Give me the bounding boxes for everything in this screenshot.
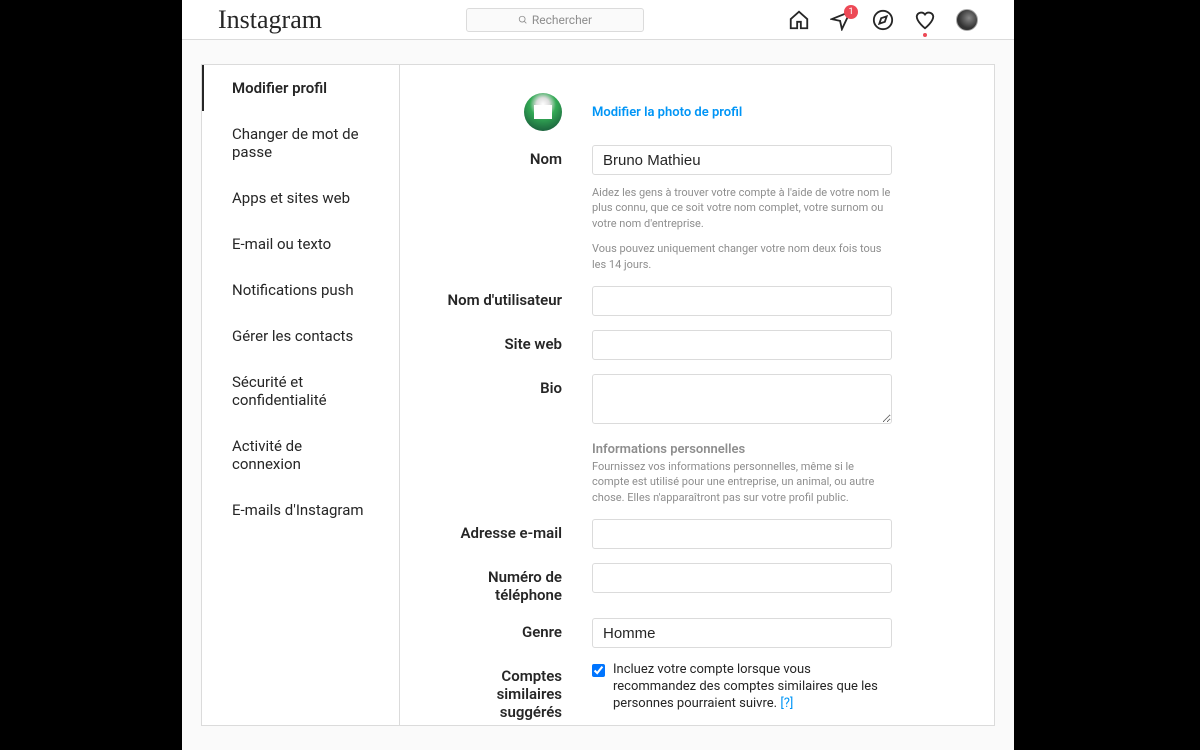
name-help-1: Aidez les gens à trouver votre compte à … xyxy=(592,185,892,231)
label-email: Adresse e-mail xyxy=(444,519,592,549)
sidebar-item-manage-contacts[interactable]: Gérer les contacts xyxy=(202,313,399,359)
profile-photo[interactable] xyxy=(524,93,562,131)
letterbox-left xyxy=(0,0,182,750)
phone-input[interactable] xyxy=(592,563,892,593)
activity-icon[interactable] xyxy=(914,9,936,31)
messages-icon[interactable]: 1 xyxy=(830,9,852,31)
personal-info-body: Fournissez vos informations personnelles… xyxy=(592,459,892,505)
label-gender: Genre xyxy=(444,618,592,648)
sidebar-item-login-activity[interactable]: Activité de connexion xyxy=(202,423,399,487)
home-icon[interactable] xyxy=(788,9,810,31)
label-phone: Numéro de téléphone xyxy=(444,563,592,604)
bio-input[interactable] xyxy=(592,374,892,424)
name-input[interactable] xyxy=(592,145,892,175)
personal-info-title: Informations personnelles xyxy=(592,442,892,457)
settings-sidebar: Modifier profil Changer de mot de passe … xyxy=(202,65,400,725)
label-name: Nom xyxy=(444,145,592,272)
profile-avatar-nav[interactable] xyxy=(956,9,978,31)
email-input[interactable] xyxy=(592,519,892,549)
sidebar-item-edit-profile[interactable]: Modifier profil xyxy=(202,65,399,111)
messages-badge: 1 xyxy=(844,5,858,19)
label-bio: Bio xyxy=(444,374,592,428)
search-icon xyxy=(518,15,528,25)
label-website: Site web xyxy=(444,330,592,360)
explore-icon[interactable] xyxy=(872,9,894,31)
sidebar-item-label: Apps et sites web xyxy=(232,189,350,207)
change-photo-link[interactable]: Modifier la photo de profil xyxy=(592,105,742,120)
sidebar-item-apps-websites[interactable]: Apps et sites web xyxy=(202,175,399,221)
activity-dot xyxy=(923,33,927,37)
sidebar-item-label: Activité de connexion xyxy=(232,437,302,473)
label-username: Nom d'utilisateur xyxy=(444,286,592,316)
similar-help-text: Incluez votre compte lorsque vous recomm… xyxy=(613,662,878,711)
website-input[interactable] xyxy=(592,330,892,360)
sidebar-item-email-sms[interactable]: E-mail ou texto xyxy=(202,221,399,267)
sidebar-item-label: E-mail ou texto xyxy=(232,235,331,253)
similar-accounts-text: Incluez votre compte lorsque vous recomm… xyxy=(613,662,892,713)
sidebar-item-push-notifications[interactable]: Notifications push xyxy=(202,267,399,313)
search-placeholder: Rechercher xyxy=(532,13,592,27)
sidebar-item-privacy-security[interactable]: Sécurité et confidentialité xyxy=(202,359,399,423)
name-help-2: Vous pouvez uniquement changer votre nom… xyxy=(592,241,892,272)
label-similar: Comptes similaires suggérés xyxy=(444,662,592,721)
sidebar-item-change-password[interactable]: Changer de mot de passe xyxy=(202,111,399,175)
sidebar-item-label: E-mails d'Instagram xyxy=(232,501,364,519)
search-input[interactable]: Rechercher xyxy=(466,8,644,32)
username-input[interactable] xyxy=(592,286,892,316)
similar-accounts-checkbox[interactable] xyxy=(592,664,605,677)
sidebar-item-label: Changer de mot de passe xyxy=(232,125,359,161)
settings-form: Modifier la photo de profil Nom Aidez le… xyxy=(400,65,994,725)
letterbox-right xyxy=(1014,0,1200,750)
sidebar-item-label: Gérer les contacts xyxy=(232,327,353,345)
brand-logo[interactable]: Instagram xyxy=(218,5,322,35)
similar-help-link[interactable]: [?] xyxy=(780,696,793,711)
gender-input[interactable] xyxy=(592,618,892,648)
sidebar-item-emails-instagram[interactable]: E-mails d'Instagram xyxy=(202,487,399,533)
settings-panel: Modifier profil Changer de mot de passe … xyxy=(201,64,995,726)
sidebar-item-label: Sécurité et confidentialité xyxy=(232,373,327,409)
top-nav: Instagram Rechercher 1 xyxy=(182,0,1014,40)
sidebar-item-label: Modifier profil xyxy=(232,79,327,97)
sidebar-item-label: Notifications push xyxy=(232,281,354,299)
